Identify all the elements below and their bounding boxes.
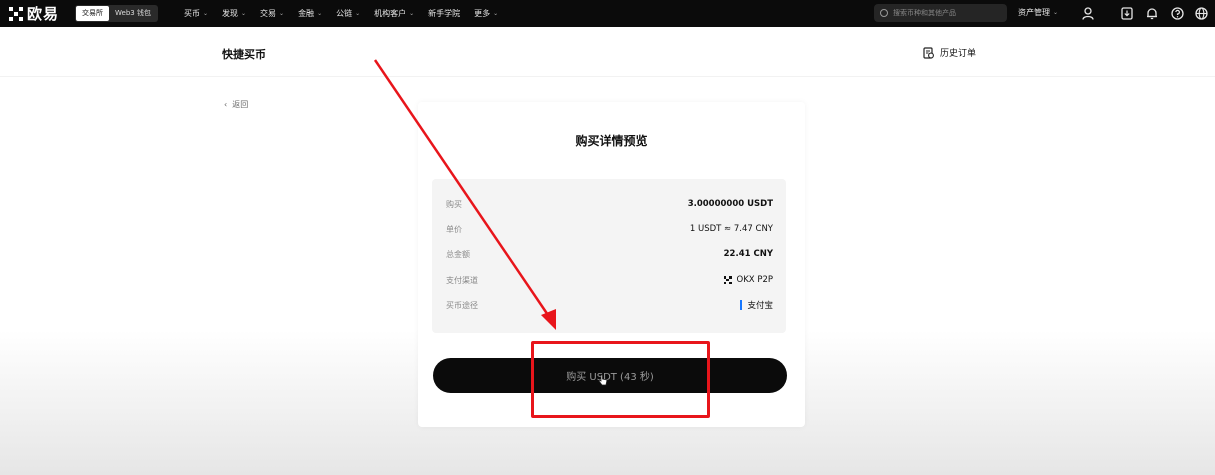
nav-item-label: 交易 [260, 9, 277, 18]
detail-row: 单价 1 USDT ≈ 7.47 CNY [446, 222, 773, 236]
detail-value: 1 USDT ≈ 7.47 CNY [689, 224, 773, 234]
search-input[interactable] [893, 9, 1003, 17]
chevron-down-icon: ⌄ [202, 10, 208, 17]
chevron-down-icon: ⌄ [493, 10, 499, 17]
nav-item-academy[interactable]: 新手学院 [428, 8, 460, 19]
history-icon [923, 46, 934, 59]
nav-item-buy[interactable]: 买币 ⌄ [184, 8, 208, 19]
user-icon[interactable] [1080, 5, 1096, 21]
back-label: 返回 [232, 100, 249, 109]
chevron-down-icon: ⌄ [241, 10, 247, 17]
card-title: 购买详情预览 [575, 134, 648, 148]
chevron-down-icon: ⌄ [1053, 9, 1059, 16]
page-header: 快捷买币 历史订单 [0, 27, 1215, 77]
assets-menu[interactable]: 资产管理 ⌄ [1018, 7, 1058, 18]
okx-icon [723, 276, 732, 284]
detail-value-container: 支付宝 [740, 299, 773, 311]
nav-item-label: 发现 [222, 9, 238, 18]
mode-switch: 交易所 Web3 钱包 [75, 5, 158, 22]
chevron-down-icon: ⌄ [355, 10, 361, 17]
history-label: 历史订单 [940, 49, 977, 59]
detail-row: 支付渠道 OKX P2P [446, 273, 773, 287]
annotation-highlight-box [531, 341, 710, 418]
nav-item-label: 新手学院 [428, 9, 461, 18]
detail-label: 购买 [446, 199, 462, 209]
nav-item-label: 更多 [474, 9, 491, 18]
chevron-down-icon: ⌄ [317, 10, 323, 17]
nav-item-more[interactable]: 更多 ⌄ [474, 8, 498, 19]
nav-item-label: 买币 [183, 9, 200, 18]
nav-item-chain[interactable]: 公链 ⌄ [336, 8, 360, 19]
okx-logo-icon [9, 6, 23, 21]
logo-text: 欧易 [27, 5, 60, 23]
chevron-left-icon: ‹ [224, 100, 228, 109]
globe-icon[interactable] [1193, 5, 1209, 21]
detail-row: 买币途径 支付宝 [446, 298, 773, 312]
detail-label: 总金额 [446, 249, 470, 259]
nav-item-label: 机构客户 [374, 9, 407, 18]
okx-logo[interactable]: 欧易 [9, 3, 59, 24]
nav-item-label: 公链 [336, 9, 353, 18]
chevron-down-icon: ⌄ [409, 10, 415, 17]
nav-item-institutional[interactable]: 机构客户 ⌄ [374, 8, 414, 19]
bell-icon[interactable] [1144, 5, 1160, 21]
detail-row: 总金额 22.41 CNY [446, 247, 773, 261]
search-icon [880, 9, 888, 17]
detail-label: 单价 [446, 224, 462, 234]
chevron-down-icon: ⌄ [279, 10, 285, 17]
nav-menu: 买币 ⌄ 发现 ⌄ 交易 ⌄ 金融 ⌄ 公链 ⌄ 机构客户 ⌄ 新手学院 更多 ⌄ [184, 8, 512, 19]
history-orders-link[interactable]: 历史订单 [923, 46, 976, 59]
tab-exchange[interactable]: 交易所 [76, 6, 110, 21]
tab-web3-wallet[interactable]: Web3 钱包 [109, 6, 157, 21]
detail-value: OKX P2P [736, 275, 773, 285]
detail-label: 支付渠道 [446, 275, 478, 285]
nav-item-discover[interactable]: 发现 ⌄ [222, 8, 246, 19]
back-link[interactable]: ‹ 返回 [224, 99, 248, 110]
alipay-icon [740, 300, 743, 310]
page-title: 快捷买币 [222, 48, 266, 61]
detail-value: 支付宝 [747, 301, 773, 311]
hand-cursor-icon [598, 374, 608, 386]
download-icon[interactable] [1119, 5, 1135, 21]
nav-item-label: 金融 [298, 9, 315, 18]
assets-label: 资产管理 [1018, 8, 1050, 17]
nav-item-trade[interactable]: 交易 ⌄ [260, 8, 284, 19]
search-box[interactable] [874, 4, 1007, 22]
detail-value: 22.41 CNY [723, 249, 773, 259]
help-icon[interactable] [1169, 5, 1185, 21]
detail-value-container: OKX P2P [723, 275, 773, 285]
nav-item-finance[interactable]: 金融 ⌄ [298, 8, 322, 19]
top-nav: 欧易 交易所 Web3 钱包 买币 ⌄ 发现 ⌄ 交易 ⌄ 金融 ⌄ 公链 ⌄ 机构客户 ⌄… [0, 0, 1215, 27]
purchase-details: 购买 3.00000000 USDT 单价 1 USDT ≈ 7.47 CNY … [432, 179, 786, 333]
detail-value: 3.00000000 USDT [687, 199, 773, 209]
detail-label: 买币途径 [446, 300, 478, 310]
detail-row: 购买 3.00000000 USDT [446, 197, 773, 211]
